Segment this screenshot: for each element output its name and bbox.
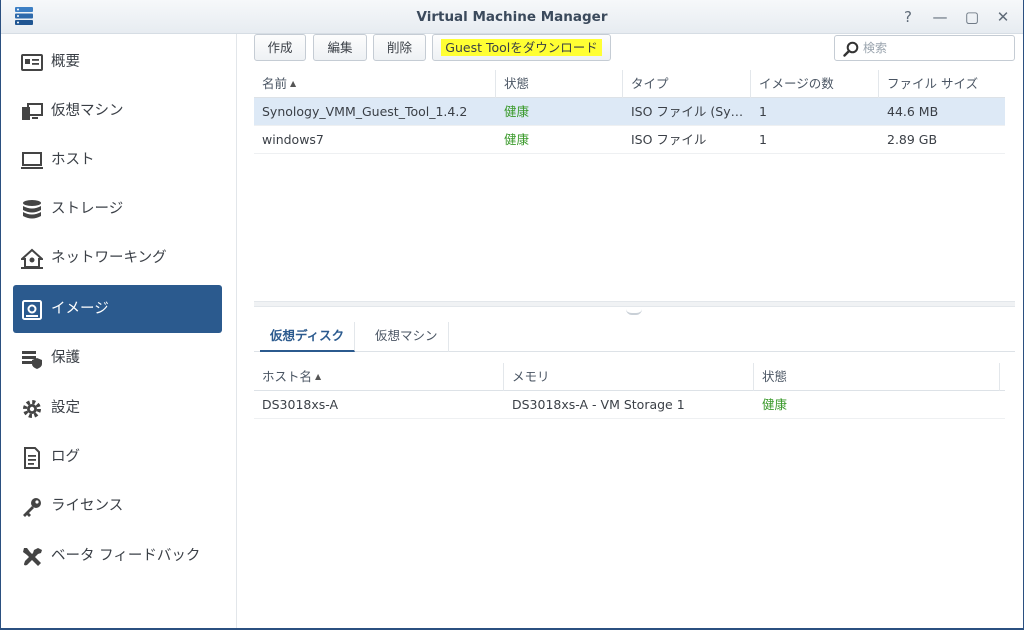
sidebar-item-networking[interactable]: ネットワーキング [13, 234, 222, 282]
sidebar-item-label: 保護 [51, 350, 80, 366]
search-input[interactable] [863, 39, 1008, 57]
search-icon [843, 41, 859, 57]
host-icon [21, 152, 43, 169]
sidebar-item-label: ライセンス [51, 498, 124, 514]
sidebar-item-beta-feedback[interactable]: ベータ フィードバック [13, 532, 222, 580]
tab-virtual-disk[interactable]: 仮想ディスク [260, 322, 356, 352]
splitter-grip-icon[interactable] [626, 309, 642, 315]
sidebar-item-log[interactable]: ログ [13, 433, 222, 481]
cell-image-count: 1 [759, 104, 767, 119]
download-guest-tool-button[interactable]: Guest Toolをダウンロード [432, 34, 611, 61]
edit-button[interactable]: 編集 [313, 34, 367, 61]
table-row[interactable]: windows7 健康 ISO ファイル 1 2.89 GB [254, 126, 1005, 154]
panel-splitter[interactable] [254, 301, 1015, 315]
sidebar-item-storage[interactable]: ストレージ [13, 185, 222, 233]
sidebar-item-label: ホスト [51, 152, 95, 168]
column-header-label: 名前 [262, 76, 288, 91]
column-header-host-name[interactable]: ホスト名 ▲ [254, 363, 504, 391]
sidebar-item-label: ログ [51, 449, 80, 465]
sidebar-item-label: 設定 [51, 400, 80, 416]
cell-name: windows7 [262, 132, 324, 147]
disk-table-header: ホスト名 ▲ メモリ 状態 [254, 363, 1005, 391]
sidebar-item-settings[interactable]: 設定 [13, 384, 222, 432]
column-header-status[interactable]: 状態 [496, 70, 623, 98]
column-header-file-size[interactable]: ファイル サイズ [879, 70, 1005, 98]
sidebar-item-license[interactable]: ライセンス [13, 482, 222, 530]
cell-file-size: 44.6 MB [887, 104, 939, 119]
virtual-machine-icon [22, 103, 43, 120]
sidebar: 概要 仮想マシン ホスト ストレージ ネットワーキング イメージ 保護 設定 ロ… [1, 34, 237, 628]
sidebar-item-host[interactable]: ホスト [13, 136, 222, 184]
table-row[interactable]: Synology_VMM_Guest_Tool_1.4.2 健康 ISO ファイ… [254, 98, 1005, 126]
sidebar-item-label: ストレージ [51, 201, 124, 217]
sort-ascending-icon: ▲ [290, 79, 297, 88]
cell-status: 健康 [762, 397, 788, 412]
overview-icon [21, 54, 43, 71]
create-button[interactable]: 作成 [254, 34, 306, 61]
cell-file-size: 2.89 GB [887, 132, 938, 147]
sidebar-item-label: 概要 [51, 54, 80, 70]
download-guest-tool-label: Guest Toolをダウンロード [441, 39, 602, 56]
sidebar-item-protection[interactable]: 保護 [13, 334, 222, 382]
sidebar-item-virtual-machine[interactable]: 仮想マシン [13, 87, 222, 135]
help-icon[interactable]: ? [898, 7, 918, 27]
network-icon [21, 248, 43, 269]
image-icon [22, 300, 42, 320]
settings-icon [23, 400, 41, 418]
delete-button[interactable]: 削除 [373, 34, 426, 61]
table-row[interactable]: DS3018xs-A DS3018xs-A - VM Storage 1 健康 [254, 391, 1005, 419]
cell-image-count: 1 [759, 132, 767, 147]
protection-icon [22, 351, 42, 369]
sort-ascending-icon: ▲ [315, 372, 322, 381]
vmm-window: Virtual Machine Manager ? — ▢ ✕ 概要 仮想マシン… [0, 0, 1024, 630]
close-icon[interactable]: ✕ [993, 7, 1013, 27]
storage-icon [23, 200, 41, 219]
cell-status: 健康 [504, 132, 530, 147]
column-header-type[interactable]: タイプ [623, 70, 751, 98]
cell-type: ISO ファイル [631, 132, 707, 147]
column-header-memory[interactable]: メモリ [504, 363, 754, 391]
sidebar-item-overview[interactable]: 概要 [13, 38, 222, 86]
column-header-image-count[interactable]: イメージの数 [751, 70, 879, 98]
cell-name: Synology_VMM_Guest_Tool_1.4.2 [262, 104, 468, 119]
cell-host-name: DS3018xs-A [262, 397, 339, 412]
search-box[interactable] [834, 35, 1015, 61]
column-header-name[interactable]: 名前 ▲ [254, 70, 496, 98]
sidebar-item-label: 仮想マシン [51, 103, 124, 119]
wrench-screwdriver-icon [23, 548, 42, 566]
sidebar-item-image[interactable]: イメージ [13, 285, 222, 333]
column-header-label: ホスト名 [262, 369, 313, 384]
tab-virtual-machine[interactable]: 仮想マシン [365, 322, 449, 352]
cell-status: 健康 [504, 104, 530, 119]
images-table-header: 名前 ▲ 状態 タイプ イメージの数 ファイル サイズ [254, 70, 1005, 98]
key-icon [23, 498, 41, 517]
maximize-icon[interactable]: ▢ [962, 7, 982, 27]
sidebar-item-label: ベータ フィードバック [51, 548, 201, 564]
column-header-status[interactable]: 状態 [754, 363, 1000, 391]
sidebar-item-label: イメージ [51, 301, 109, 317]
log-icon [24, 447, 40, 469]
minimize-icon[interactable]: — [930, 7, 950, 27]
detail-tabs: 仮想ディスク 仮想マシン [254, 322, 1015, 352]
window-title: Virtual Machine Manager [416, 9, 608, 25]
cell-memory: DS3018xs-A - VM Storage 1 [512, 397, 685, 412]
title-bar: Virtual Machine Manager ? — ▢ ✕ [1, 0, 1023, 34]
sidebar-item-label: ネットワーキング [51, 250, 167, 266]
cell-type: ISO ファイル (Synology) [631, 104, 751, 119]
